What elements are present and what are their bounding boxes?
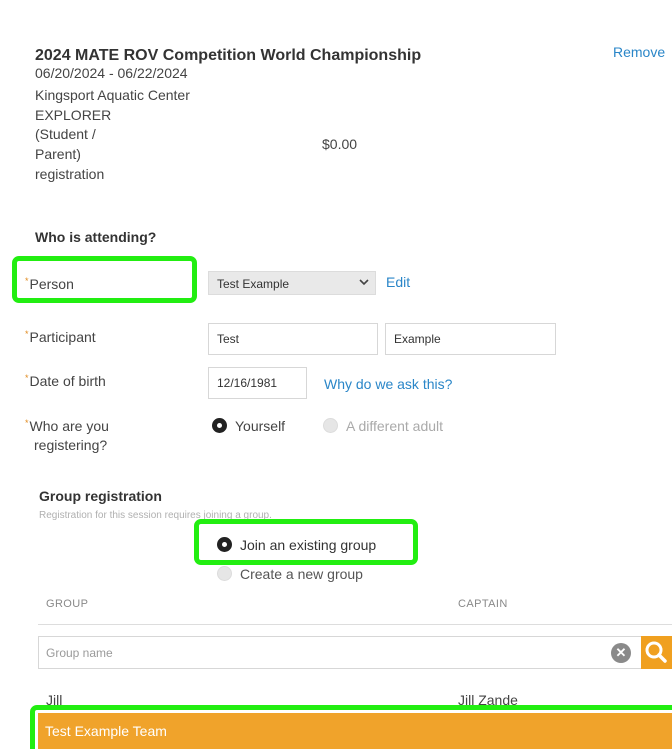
- required-marker: *: [25, 276, 29, 286]
- dob-label-text: Date of birth: [29, 373, 106, 389]
- group-search-input[interactable]: [38, 636, 645, 669]
- first-name-input[interactable]: [208, 323, 378, 355]
- group-section-subtitle: Registration for this session requires j…: [39, 510, 272, 521]
- remove-link[interactable]: Remove: [613, 44, 665, 60]
- event-venue: Kingsport Aquatic Center: [35, 87, 190, 103]
- last-name-input[interactable]: [385, 323, 556, 355]
- table-row-group: Test Example Team: [45, 723, 167, 739]
- option-create-group-label: Create a new group: [240, 565, 363, 582]
- required-marker: *: [25, 373, 29, 383]
- registering-label-line: registering?: [34, 437, 108, 453]
- required-marker: *: [25, 418, 29, 428]
- event-category-line: Parent): [35, 146, 81, 162]
- radio-unselected-icon: [217, 566, 232, 582]
- option-yourself[interactable]: Yourself: [212, 417, 285, 435]
- search-icon: [645, 641, 667, 663]
- search-button[interactable]: [641, 636, 672, 669]
- table-row-group[interactable]: Jill: [46, 692, 62, 708]
- person-label-text: Person: [29, 276, 74, 292]
- why-ask-link[interactable]: Why do we ask this?: [324, 376, 452, 392]
- event-category-line: EXPLORER: [35, 107, 112, 123]
- person-label: *Person: [25, 276, 74, 295]
- option-different-adult[interactable]: A different adult: [323, 417, 443, 435]
- dob-input[interactable]: [208, 367, 307, 399]
- dob-label: *Date of birth: [25, 373, 106, 392]
- option-join-group-label: Join an existing group: [240, 536, 377, 553]
- chevron-down-icon: [359, 275, 369, 292]
- divider: [38, 624, 672, 625]
- event-price: $0.00: [322, 136, 358, 152]
- participant-label: *Participant: [25, 329, 96, 348]
- required-marker: *: [25, 329, 29, 339]
- table-row-captain[interactable]: Jill Zande: [458, 692, 518, 708]
- participant-label-text: Participant: [29, 329, 96, 345]
- registering-label-line: Who are you: [29, 418, 109, 434]
- event-category-line: (Student /: [35, 126, 96, 142]
- radio-selected-icon: [217, 537, 232, 553]
- option-join-group[interactable]: Join an existing group: [217, 536, 376, 554]
- event-title: 2024 MATE ROV Competition World Champion…: [35, 47, 422, 64]
- radio-selected-icon: [212, 418, 227, 434]
- edit-person-link[interactable]: Edit: [386, 274, 410, 290]
- event-category-line: registration: [35, 166, 105, 182]
- radio-unselected-icon: [323, 418, 338, 434]
- attending-section-title: Who is attending?: [35, 229, 157, 245]
- column-header-group[interactable]: GROUP: [46, 598, 88, 610]
- event-dates: 06/20/2024 - 06/22/2024: [35, 65, 188, 81]
- person-select-value: Test Example: [217, 277, 290, 291]
- clear-icon[interactable]: ✕: [611, 643, 631, 663]
- option-create-group[interactable]: Create a new group: [217, 565, 363, 583]
- column-header-captain[interactable]: CAPTAIN: [458, 598, 508, 610]
- table-row-selected[interactable]: Test Example Team: [38, 713, 672, 749]
- registering-label: *Who are you registering?: [25, 418, 109, 454]
- option-different-adult-label: A different adult: [346, 417, 444, 434]
- group-section-title: Group registration: [39, 488, 162, 504]
- person-select[interactable]: Test Example: [208, 271, 376, 295]
- option-yourself-label: Yourself: [235, 417, 286, 434]
